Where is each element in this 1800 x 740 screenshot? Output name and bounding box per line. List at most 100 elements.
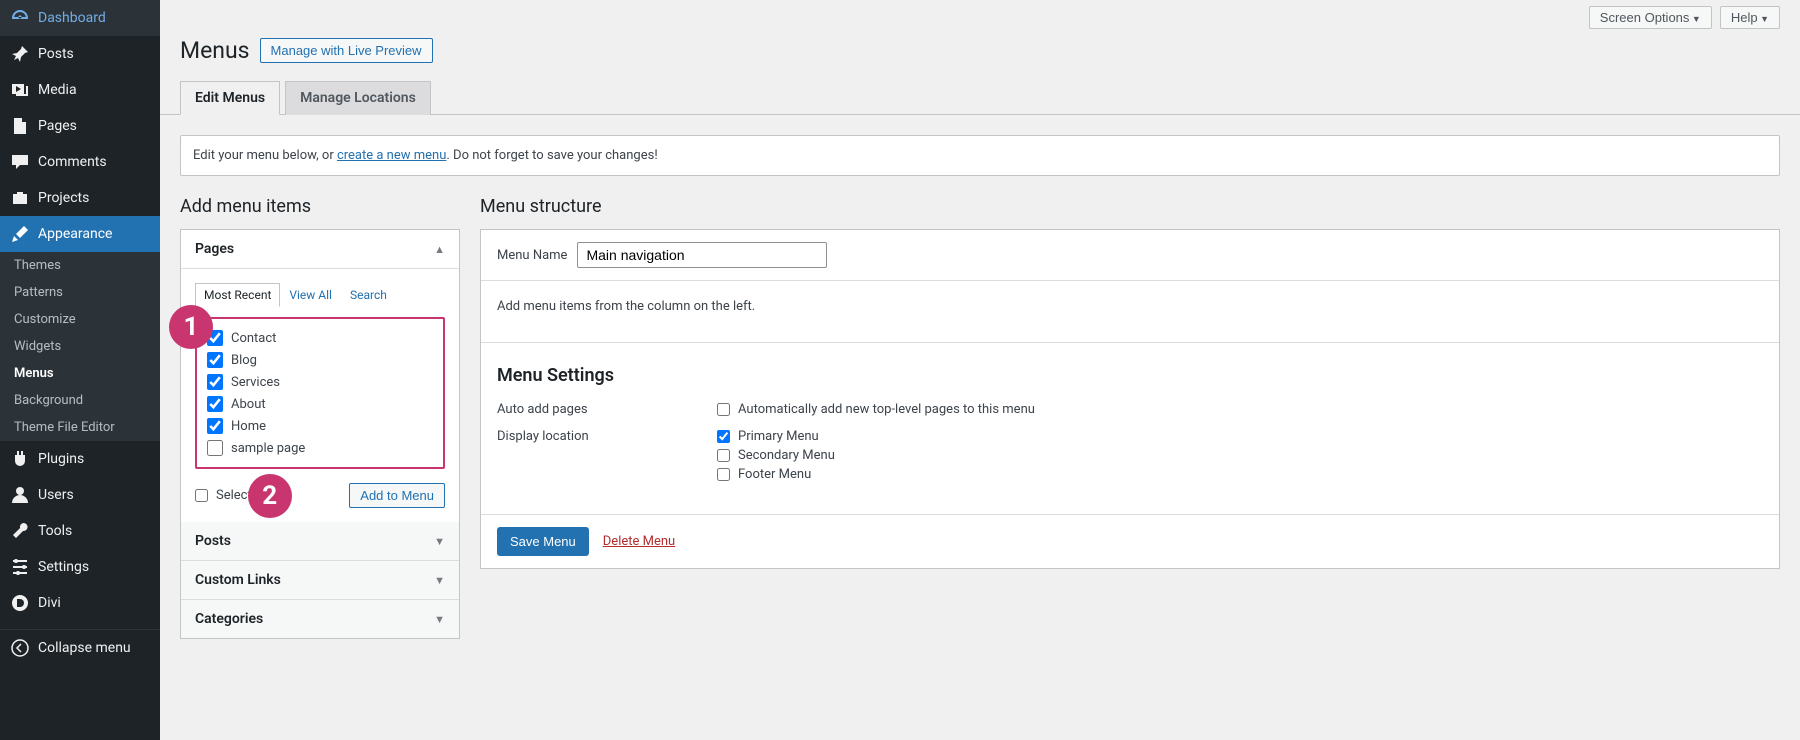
subtab-recent[interactable]: Most Recent [195,283,280,307]
menu-name-row: Menu Name [481,230,1779,281]
sidebar-label: Pages [38,118,77,134]
page-check-item[interactable]: Blog [207,349,433,371]
sidebar-label: Posts [38,46,74,62]
sub-themes[interactable]: Themes [0,252,160,279]
acc-pages-header[interactable]: Pages ▲ [181,230,459,269]
option-text: Secondary Menu [738,448,835,463]
acc-categories-header[interactable]: Categories ▼ [181,600,459,638]
structure-heading: Menu structure [480,196,1780,217]
sidebar-item-posts[interactable]: Posts [0,36,160,72]
sub-theme-editor[interactable]: Theme File Editor [0,414,160,441]
sidebar-item-media[interactable]: Media [0,72,160,108]
sidebar-label: Plugins [38,451,84,467]
create-menu-link[interactable]: create a new menu [337,148,446,163]
loc-checkbox[interactable] [717,468,730,481]
wrench-icon [10,521,30,541]
sub-customize[interactable]: Customize [0,306,160,333]
sub-background[interactable]: Background [0,387,160,414]
chevron-up-icon: ▲ [434,243,445,256]
page-checkbox[interactable] [207,374,223,390]
page-checkbox[interactable] [207,352,223,368]
tab-edit-menus[interactable]: Edit Menus [180,81,280,115]
nav-tabs: Edit Menus Manage Locations [160,80,1800,115]
sidebar-item-users[interactable]: Users [0,477,160,513]
page-checkbox[interactable] [207,440,223,456]
sidebar-label: Settings [38,559,89,575]
page-check-item[interactable]: sample page [207,437,433,459]
main-content: Screen Options Help Menus Manage with Li… [160,0,1800,659]
top-bar: Screen Options Help [160,0,1800,29]
page-checkbox[interactable] [207,418,223,434]
page-check-item[interactable]: About [207,393,433,415]
sidebar-label: Media [38,82,77,98]
acc-title: Pages [195,241,234,257]
sub-patterns[interactable]: Patterns [0,279,160,306]
collapse-menu[interactable]: Collapse menu [0,629,160,666]
auto-add-option[interactable]: Automatically add new top-level pages to… [717,400,1035,419]
sidebar-item-plugins[interactable]: Plugins [0,441,160,477]
menu-footer: Save Menu Delete Menu [481,514,1779,568]
auto-add-label: Auto add pages [497,400,717,419]
loc-primary[interactable]: Primary Menu [717,427,835,446]
sidebar-label: Divi [38,595,61,611]
loc-checkbox[interactable] [717,430,730,443]
acc-title: Categories [195,611,263,627]
tab-manage-locations[interactable]: Manage Locations [285,81,431,115]
acc-footer: Select All 2 Add to Menu [195,483,445,508]
sidebar-item-projects[interactable]: Projects [0,180,160,216]
pages-subtabs: Most Recent View All Search [195,283,445,307]
page-title: Menus [180,37,250,64]
page-check-item[interactable]: Services [207,371,433,393]
screen-options-button[interactable]: Screen Options [1589,6,1712,29]
add-to-menu-button[interactable]: Add to Menu [349,483,445,508]
menu-body: Add menu items from the column on the le… [481,281,1779,343]
sidebar-item-settings[interactable]: Settings [0,549,160,585]
sidebar-item-pages[interactable]: Pages [0,108,160,144]
pages-checklist: 1 Contact Blog Services About Home sampl… [195,317,445,469]
live-preview-button[interactable]: Manage with Live Preview [260,38,433,63]
divi-icon [10,593,30,613]
sidebar-item-tools[interactable]: Tools [0,513,160,549]
loc-secondary[interactable]: Secondary Menu [717,446,835,465]
annotation-2: 2 [248,474,292,518]
page-icon [10,116,30,136]
collapse-label: Collapse menu [38,640,131,656]
save-menu-button[interactable]: Save Menu [497,527,589,556]
subtab-view-all[interactable]: View All [280,283,341,307]
acc-title: Custom Links [195,572,281,588]
page-header: Menus Manage with Live Preview [160,29,1800,80]
acc-title: Posts [195,533,231,549]
user-icon [10,485,30,505]
page-label: Home [231,419,266,434]
display-loc-label: Display location [497,427,717,484]
option-text: Automatically add new top-level pages to… [738,402,1035,417]
auto-add-checkbox[interactable] [717,403,730,416]
annotation-1: 1 [169,305,213,349]
page-label: Services [231,375,280,390]
sidebar-item-appearance[interactable]: Appearance [0,216,160,252]
acc-posts-header[interactable]: Posts ▼ [181,522,459,561]
sidebar-label: Dashboard [38,10,106,26]
plug-icon [10,449,30,469]
loc-checkbox[interactable] [717,449,730,462]
select-all-checkbox[interactable] [195,489,208,502]
gauge-icon [10,8,30,28]
acc-custom-links-header[interactable]: Custom Links ▼ [181,561,459,600]
page-label: About [231,397,266,412]
sub-menus[interactable]: Menus [0,360,160,387]
portfolio-icon [10,188,30,208]
menu-name-input[interactable] [577,242,827,268]
help-button[interactable]: Help [1720,6,1780,29]
accordion: Pages ▲ Most Recent View All Search 1 Co… [180,229,460,639]
page-check-item[interactable]: Contact [207,327,433,349]
sidebar-item-divi[interactable]: Divi [0,585,160,621]
delete-menu-link[interactable]: Delete Menu [603,534,675,549]
select-all[interactable]: Select All 2 [195,488,270,503]
sidebar-item-comments[interactable]: Comments [0,144,160,180]
subtab-search[interactable]: Search [341,283,396,307]
loc-footer[interactable]: Footer Menu [717,465,835,484]
sub-widgets[interactable]: Widgets [0,333,160,360]
sidebar-item-dashboard[interactable]: Dashboard [0,0,160,36]
page-checkbox[interactable] [207,396,223,412]
page-check-item[interactable]: Home [207,415,433,437]
